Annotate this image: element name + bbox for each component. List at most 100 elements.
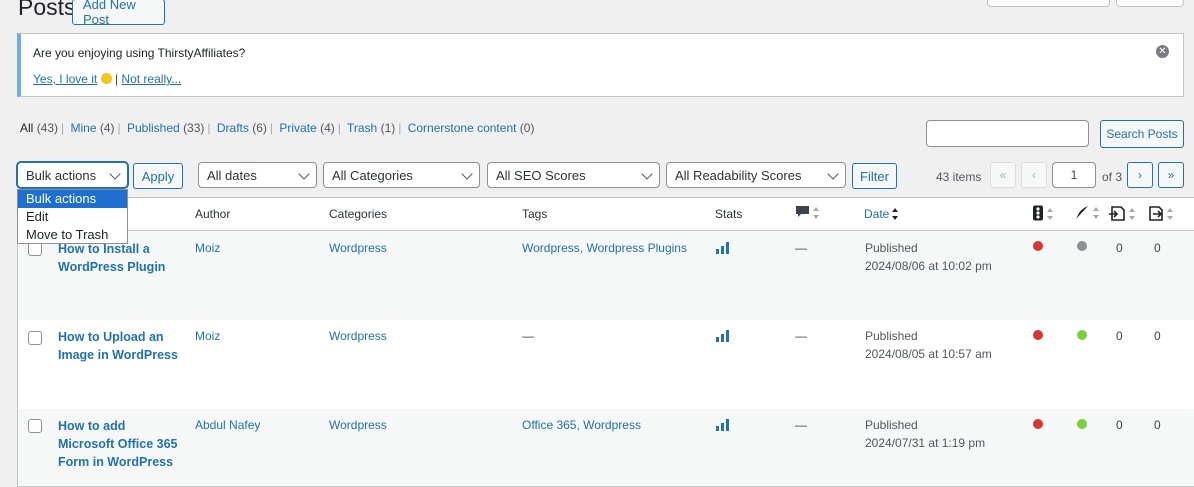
sort-icon bbox=[1129, 208, 1135, 220]
tags-link[interactable]: Wordpress, Wordpress Plugins bbox=[522, 239, 687, 257]
seo-score-dot bbox=[1033, 419, 1043, 429]
view-mine[interactable]: Mine bbox=[71, 121, 97, 135]
dates-select[interactable]: All dates bbox=[198, 162, 317, 188]
items-count: 43 items bbox=[936, 170, 982, 184]
column-seo-score[interactable] bbox=[1032, 205, 1053, 221]
feedback-notice: Are you enjoying using ThirstyAffiliates… bbox=[17, 33, 1184, 97]
total-pages: of 3 bbox=[1102, 170, 1123, 184]
post-date: 2024/08/06 at 10:02 pm bbox=[865, 259, 992, 273]
post-title-link[interactable]: How to add Microsoft Office 365 Form in … bbox=[58, 417, 183, 471]
readability-score-dot bbox=[1077, 419, 1087, 429]
incoming-links-count: 0 bbox=[1154, 241, 1161, 255]
post-status-views: All (43) | Mine (4) | Published (33) | Draf… bbox=[20, 121, 535, 135]
view-trash[interactable]: Trash bbox=[347, 121, 377, 135]
category-link[interactable]: Wordpress bbox=[329, 416, 387, 434]
row-checkbox[interactable] bbox=[28, 331, 42, 345]
chevron-down-icon bbox=[827, 168, 839, 180]
categories-select[interactable]: All Categories bbox=[323, 162, 480, 188]
chevron-down-icon bbox=[641, 168, 653, 180]
view-private[interactable]: Private bbox=[279, 121, 316, 135]
outgoing-links-count: 0 bbox=[1116, 241, 1123, 255]
author-link[interactable]: Moiz bbox=[195, 239, 220, 257]
screen-options-tab[interactable] bbox=[987, 0, 1110, 7]
row-checkbox[interactable] bbox=[28, 419, 42, 433]
add-new-post-button[interactable]: Add New Post bbox=[72, 0, 165, 27]
column-comments[interactable] bbox=[795, 205, 819, 220]
chevron-down-icon bbox=[461, 168, 473, 180]
incoming-links-count: 0 bbox=[1154, 418, 1161, 432]
bulk-actions-dropdown: Bulk actions Edit Move to Trash bbox=[17, 189, 128, 244]
author-link[interactable]: Abdul Nafey bbox=[195, 416, 260, 434]
column-outgoing-links[interactable] bbox=[1108, 205, 1135, 221]
column-incoming-links[interactable] bbox=[1146, 205, 1173, 221]
previous-page-button[interactable]: ‹ bbox=[1021, 162, 1047, 188]
quill-icon bbox=[1076, 206, 1088, 219]
bulk-actions-select[interactable]: Bulk actions bbox=[17, 162, 128, 188]
post-date: 2024/07/31 at 1:19 pm bbox=[865, 436, 986, 450]
chevron-down-icon bbox=[298, 168, 310, 180]
page-title: Posts bbox=[18, 0, 76, 20]
seo-scores-select[interactable]: All SEO Scores bbox=[487, 162, 660, 188]
notice-separator: | bbox=[114, 72, 119, 86]
current-page-input[interactable]: 1 bbox=[1052, 162, 1096, 188]
readability-scores-select[interactable]: All Readability Scores bbox=[666, 162, 846, 188]
comment-bubble-icon bbox=[796, 206, 809, 217]
outgoing-links-count: 0 bbox=[1116, 329, 1123, 343]
chevron-down-icon bbox=[109, 168, 121, 180]
column-readability[interactable] bbox=[1074, 205, 1099, 220]
column-date[interactable]: Date bbox=[864, 207, 899, 221]
bulk-option-edit[interactable]: Edit bbox=[18, 208, 127, 226]
stats-icon[interactable] bbox=[716, 330, 729, 342]
comments-count: — bbox=[795, 418, 807, 432]
search-input[interactable] bbox=[926, 120, 1089, 147]
sort-icon bbox=[1047, 208, 1053, 220]
row-checkbox[interactable] bbox=[28, 242, 42, 256]
first-page-button[interactable]: « bbox=[990, 162, 1016, 188]
post-status: Published bbox=[865, 329, 918, 343]
readability-score-dot bbox=[1077, 330, 1087, 340]
column-categories: Categories bbox=[329, 207, 388, 221]
view-all[interactable]: All bbox=[20, 121, 33, 135]
apply-button[interactable]: Apply bbox=[133, 163, 183, 189]
stats-icon[interactable] bbox=[716, 242, 729, 254]
traffic-light-icon bbox=[1033, 205, 1043, 221]
sort-icon bbox=[1093, 207, 1099, 219]
help-tab[interactable] bbox=[1116, 0, 1184, 7]
column-author: Author bbox=[195, 207, 231, 221]
post-title-link[interactable]: How to Upload an Image in WordPress bbox=[58, 328, 188, 364]
incoming-links-count: 0 bbox=[1154, 329, 1161, 343]
sort-icon bbox=[892, 208, 899, 220]
search-posts-button[interactable]: Search Posts bbox=[1100, 120, 1184, 148]
view-published[interactable]: Published bbox=[127, 121, 180, 135]
filter-button[interactable]: Filter bbox=[852, 163, 897, 189]
stats-icon[interactable] bbox=[716, 419, 729, 431]
seo-score-dot bbox=[1033, 241, 1043, 251]
bulk-option-move-to-trash[interactable]: Move to Trash bbox=[18, 226, 127, 244]
notice-question: Are you enjoying using ThirstyAffiliates… bbox=[33, 46, 246, 60]
category-link[interactable]: Wordpress bbox=[329, 327, 387, 345]
view-cornerstone[interactable]: Cornerstone content bbox=[408, 121, 517, 135]
smiley-icon bbox=[100, 73, 112, 84]
post-status: Published bbox=[865, 418, 918, 432]
category-link[interactable]: Wordpress bbox=[329, 239, 387, 257]
readability-score-dot bbox=[1077, 241, 1087, 251]
column-stats: Stats bbox=[715, 207, 743, 221]
post-title-link[interactable]: How to Install a WordPress Plugin bbox=[58, 240, 188, 276]
dismiss-icon[interactable]: ✕ bbox=[1156, 45, 1169, 58]
post-date: 2024/08/05 at 10:57 am bbox=[865, 347, 992, 361]
column-tags: Tags bbox=[522, 207, 548, 221]
tags-link[interactable]: Office 365, Wordpress bbox=[522, 416, 641, 434]
bulk-option-bulk-actions[interactable]: Bulk actions bbox=[18, 190, 127, 208]
author-link[interactable]: Moiz bbox=[195, 327, 220, 345]
last-page-button[interactable]: » bbox=[1158, 162, 1184, 188]
tags-empty: — bbox=[522, 329, 534, 343]
outgoing-links-icon bbox=[1109, 206, 1125, 221]
post-status: Published bbox=[865, 241, 918, 255]
incoming-links-icon bbox=[1149, 206, 1163, 221]
sort-icon bbox=[813, 207, 819, 219]
not-really-link[interactable]: Not really... bbox=[121, 72, 181, 86]
yes-love-it-link[interactable]: Yes, I love it bbox=[33, 72, 97, 86]
outgoing-links-count: 0 bbox=[1116, 418, 1123, 432]
next-page-button[interactable]: › bbox=[1127, 162, 1153, 188]
view-drafts[interactable]: Drafts bbox=[217, 121, 249, 135]
